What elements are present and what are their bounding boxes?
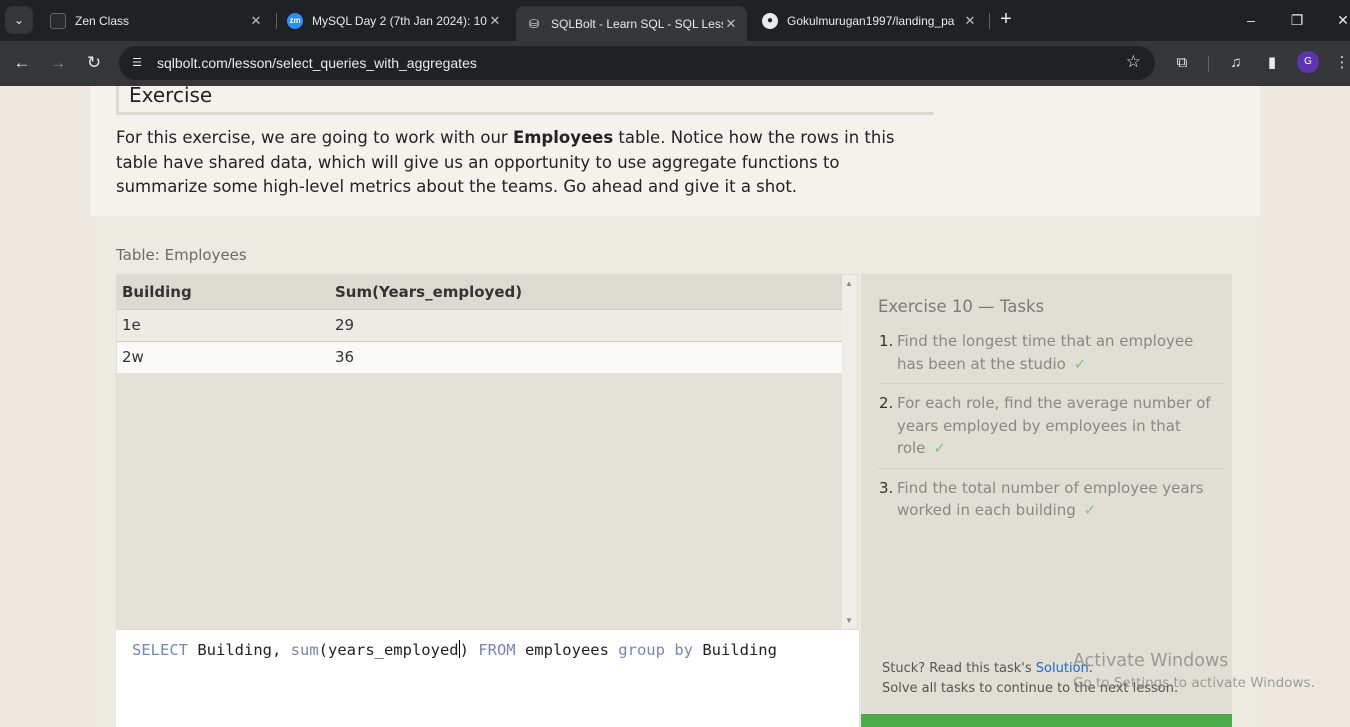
checkmark-icon: ✓ — [933, 439, 946, 457]
table-cell: 29 — [330, 308, 844, 341]
side-panel-icon[interactable]: ▮ — [1261, 52, 1283, 74]
task-item: 3. Find the total number of employee yea… — [879, 477, 1224, 530]
tasks-title: Exercise 10 — Tasks — [878, 297, 1045, 316]
site-settings-icon[interactable]: ☰ — [127, 53, 147, 73]
tab-mysql-day2[interactable]: zm MySQL Day 2 (7th Jan 2024): 10 ✕ — [277, 6, 511, 35]
sql-keyword: FROM — [478, 641, 516, 659]
more-menu-icon[interactable]: ⋮ — [1334, 52, 1350, 74]
employees-bold: Employees — [512, 128, 614, 147]
forward-arrow-icon[interactable]: → — [47, 52, 69, 74]
checkmark-icon: ✓ — [1073, 354, 1087, 373]
task-item: 1. Find the longest time that an employe… — [879, 330, 1224, 384]
url-text[interactable]: sqlbolt.com/lesson/select_queries_with_a… — [157, 55, 477, 71]
sql-text: Building, — [188, 641, 291, 659]
scroll-up-arrow-icon[interactable]: ▲ — [845, 279, 853, 288]
sql-query-editor[interactable]: SELECT Building, sum(years_employed) FRO… — [116, 630, 860, 727]
tab-title: MySQL Day 2 (7th Jan 2024): 10 — [312, 13, 487, 28]
watermark-title: Activate Windows — [1073, 651, 1229, 671]
task-item: 2. For each role, find the average numbe… — [879, 392, 1224, 469]
activate-windows-watermark: Activate Windows Go to Settings to activ… — [1073, 651, 1315, 691]
browser-toolbar: ← → ↻ ☰ sqlbolt.com/lesson/select_querie… — [0, 41, 1350, 86]
table-caption: Table: Employees — [116, 246, 247, 264]
tab-zen-class[interactable]: Zen Class ✕ — [40, 6, 272, 35]
sql-code[interactable]: SELECT Building, sum(years_employed) FRO… — [132, 640, 777, 659]
close-tab-icon[interactable]: ✕ — [487, 13, 503, 29]
scroll-down-arrow-icon[interactable]: ▼ — [845, 616, 853, 625]
close-tab-icon[interactable]: ✕ — [962, 13, 978, 29]
sql-text: Building — [692, 641, 777, 659]
sql-text: ) — [459, 641, 479, 659]
query-results-panel: Building Sum(Years_employed) 1e 29 2w 36 — [116, 274, 858, 630]
tab-divider — [989, 13, 990, 29]
continue-button[interactable] — [861, 714, 1232, 727]
task-number: 2. — [879, 394, 894, 412]
database-favicon-icon: ⛁ — [528, 16, 540, 31]
tab-search-icon[interactable]: ⌄ — [5, 6, 33, 34]
reload-icon[interactable]: ↻ — [83, 52, 105, 74]
sql-keyword: SELECT — [132, 641, 188, 659]
tab-title: Gokulmurugan1997/landing_pa — [787, 13, 955, 28]
page-content: Exercise For this exercise, we are going… — [0, 86, 1350, 727]
task-number: 3. — [879, 478, 894, 497]
zoom-favicon-icon: zm — [287, 12, 303, 29]
bookmark-star-icon[interactable]: ☆ — [1126, 52, 1141, 72]
sql-keyword: sum — [290, 641, 319, 659]
column-header: Sum(Years_employed) — [330, 275, 844, 309]
table-row: 1e 29 — [117, 308, 844, 341]
browser-tab-bar: ⌄ Zen Class ✕ zm MySQL Day 2 (7th Jan 20… — [0, 0, 1350, 41]
results-table: Building Sum(Years_employed) 1e 29 2w 36 — [117, 275, 844, 373]
table-cell: 36 — [330, 340, 844, 373]
media-control-icon[interactable]: ♫ — [1225, 52, 1247, 74]
profile-avatar[interactable]: G — [1297, 51, 1319, 73]
tab-title: Zen Class — [75, 13, 130, 28]
tab-title: SQLBolt - Learn SQL - SQL Less — [551, 16, 723, 31]
sql-text: employees — [515, 641, 619, 659]
sql-text: (years_employed — [318, 641, 459, 659]
exercise-heading: Exercise — [129, 86, 213, 107]
column-header: Building — [117, 275, 330, 309]
task-text: Find the total number of employee years … — [897, 478, 1204, 520]
github-favicon-icon: ● — [762, 12, 778, 29]
restore-window-icon[interactable]: ❐ — [1285, 8, 1309, 32]
task-list: 1. Find the longest time that an employe… — [879, 330, 1224, 538]
new-tab-plus-icon[interactable]: + — [995, 8, 1017, 30]
address-bar[interactable]: ☰ sqlbolt.com/lesson/select_queries_with… — [119, 46, 1155, 80]
close-tab-icon[interactable]: ✕ — [248, 13, 264, 29]
table-header-row: Building Sum(Years_employed) — [117, 275, 844, 309]
extensions-icon[interactable]: ⧉ — [1171, 52, 1193, 74]
exercise-header-box: Exercise — [116, 86, 934, 115]
sql-keyword: by — [674, 641, 693, 659]
sql-keyword: group — [618, 641, 665, 659]
table-row: 2w 36 — [117, 340, 844, 373]
watermark-subtitle: Go to Settings to activate Windows. — [1073, 675, 1315, 691]
exercise-intro-text: For this exercise, we are going to work … — [116, 128, 895, 196]
task-text: Find the longest time that an employee h… — [897, 332, 1194, 373]
task-number: 1. — [879, 332, 894, 350]
close-window-icon[interactable]: ✕ — [1331, 8, 1350, 32]
checkmark-icon: ✓ — [1083, 501, 1097, 519]
exercise-intro-section: Exercise For this exercise, we are going… — [90, 86, 1260, 216]
toolbar-divider — [1208, 56, 1209, 72]
table-cell: 1e — [117, 308, 330, 341]
minimize-icon[interactable]: – — [1239, 8, 1263, 32]
back-arrow-icon[interactable]: ← — [11, 52, 33, 74]
results-scrollbar[interactable]: ▲ ▼ — [842, 275, 857, 629]
close-tab-icon[interactable]: ✕ — [723, 16, 739, 32]
table-cell: 2w — [117, 340, 330, 373]
tab-github[interactable]: ● Gokulmurugan1997/landing_pa ✕ — [752, 6, 986, 35]
tab-sqlbolt[interactable]: ⛁ SQLBolt - Learn SQL - SQL Less ✕ — [516, 6, 747, 41]
zen-class-favicon-icon — [50, 12, 66, 29]
